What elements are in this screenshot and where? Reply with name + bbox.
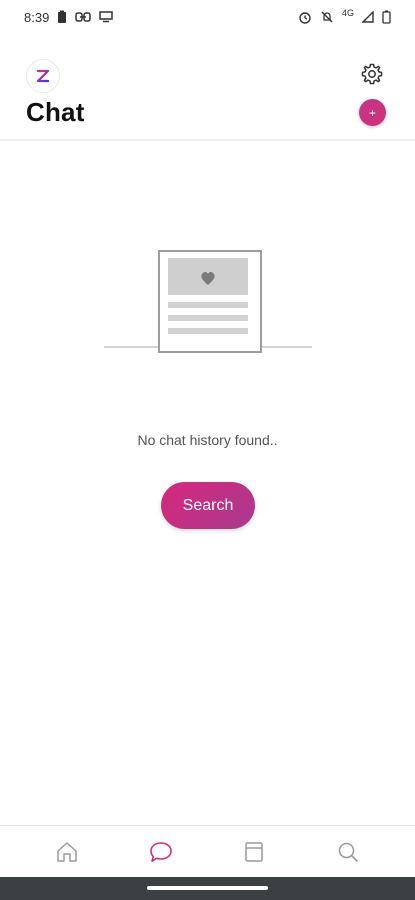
- network-type: 4G: [341, 8, 354, 18]
- system-gesture-bar: [0, 877, 415, 900]
- app-header: Chat +: [0, 55, 415, 140]
- app-logo[interactable]: [26, 59, 60, 93]
- alarm-icon: [298, 10, 312, 24]
- new-chat-button[interactable]: +: [359, 99, 386, 126]
- link-icon: [75, 11, 92, 23]
- logo-mark-icon: [36, 69, 50, 83]
- chat-bubble-icon: [149, 841, 172, 862]
- signal-icon: [362, 11, 374, 23]
- status-time: 8:39: [24, 9, 50, 25]
- mute-icon: [320, 10, 334, 24]
- home-icon: [57, 841, 77, 862]
- home-gesture-handle[interactable]: [147, 886, 268, 890]
- search-icon: [338, 842, 358, 862]
- status-bar-right: 4G: [298, 8, 391, 24]
- nav-home[interactable]: [47, 832, 87, 872]
- bookmark-page-icon: [245, 841, 264, 862]
- empty-chat-illustration: [104, 250, 312, 355]
- nav-chat[interactable]: [141, 832, 181, 872]
- empty-state-message: No chat history found..: [137, 432, 278, 448]
- nav-saved[interactable]: [234, 832, 274, 872]
- page-title: Chat: [26, 97, 85, 127]
- battery-icon: [382, 10, 391, 24]
- nav-search[interactable]: [328, 832, 368, 872]
- settings-button[interactable]: [358, 60, 386, 88]
- status-bar: 8:39 4G: [0, 0, 415, 34]
- gear-icon: [361, 63, 383, 85]
- battery-saver-icon: [57, 10, 67, 24]
- header-divider: [0, 139, 415, 141]
- search-button[interactable]: Search: [161, 482, 255, 529]
- status-bar-left: 8:39: [24, 9, 114, 25]
- notification-icon: [99, 11, 114, 23]
- bottom-navigation: [0, 825, 415, 877]
